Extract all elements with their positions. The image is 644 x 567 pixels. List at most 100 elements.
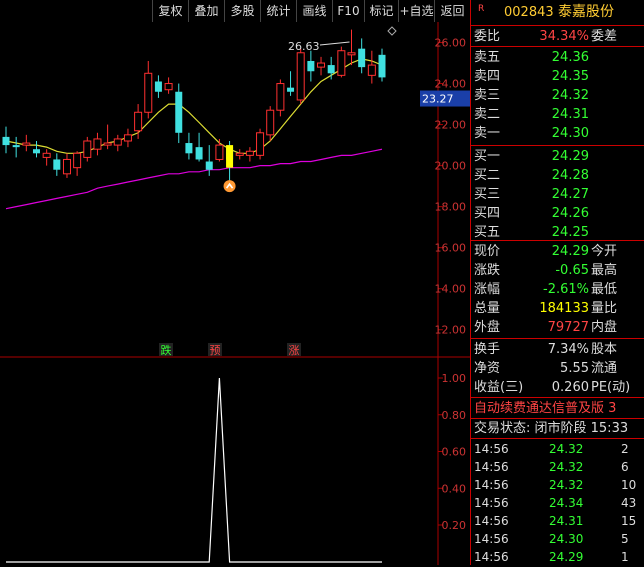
quote-row: 外盘 79727 内盘: [471, 318, 644, 337]
y-tick-label: 24.00: [435, 78, 467, 91]
candle-body: [256, 132, 265, 156]
quote-label: 涨幅: [474, 282, 501, 297]
candle-body: [215, 144, 224, 160]
candle-body: [123, 134, 132, 142]
tick-row: 14:56 24.31 15: [471, 512, 644, 531]
tick-price: 24.31: [549, 514, 584, 528]
tick-row: 14:56 24.32 2: [471, 440, 644, 459]
quote-label: 现价: [474, 244, 501, 259]
candle-body: [144, 72, 153, 113]
quote-value: -2.61%: [543, 282, 589, 297]
candle-body: [327, 65, 335, 74]
chart-area[interactable]: 26.00 24.00 22.00 20.00 18.00 16.00 14.00 12.00…: [0, 0, 470, 565]
separator: [471, 25, 644, 26]
candle-body: [205, 161, 213, 170]
quote-label2: 最低: [591, 282, 618, 297]
bids-row: 买五 24.25: [471, 223, 644, 242]
candle-body: [73, 152, 82, 169]
candle-body: [358, 48, 366, 68]
rights-badge: R: [478, 4, 485, 14]
candle-body: [93, 138, 102, 150]
candle-body: [235, 152, 244, 156]
tick-price: 24.29: [549, 550, 584, 564]
tick-price: 24.32: [549, 442, 584, 456]
bids-row: 买三 24.27: [471, 185, 644, 204]
quote-label: 涨跌: [474, 263, 501, 278]
order-ratio-row: 委比 34.34% 委差: [471, 27, 644, 46]
candle-body: [296, 52, 305, 101]
y-tick-label: 26.00: [435, 37, 467, 50]
bids-label: 买五: [474, 225, 501, 240]
candle-body: [276, 83, 285, 111]
tick-time: 14:56: [474, 514, 509, 528]
y-tick-label: 18.00: [435, 201, 467, 214]
asks-row: 卖四 24.35: [471, 67, 644, 86]
tick-time: 14:56: [474, 442, 509, 456]
asks-value: 24.36: [551, 50, 589, 65]
ad-banner[interactable]: 自动续费通达信普及版 3: [471, 399, 644, 418]
candle-body: [245, 150, 254, 156]
stats-value: 7.34%: [547, 342, 589, 357]
separator: [471, 397, 644, 398]
current-price-label: 23.27: [422, 93, 454, 106]
candle-body: [42, 152, 51, 158]
bids-row: 买二 24.28: [471, 166, 644, 185]
quote-panel: R 002843 泰嘉股份 委比 34.34% 委差 自动续费通达信普及版 3 …: [470, 0, 644, 565]
separator: [471, 145, 644, 146]
tick-price: 24.30: [549, 532, 584, 546]
y-tick-label: 12.00: [435, 324, 467, 337]
tick-volume: 5: [621, 532, 629, 546]
separator: [471, 338, 644, 339]
asks-row: 卖五 24.36: [471, 48, 644, 67]
candle-body: [103, 142, 112, 146]
stats-label: 净资: [474, 361, 501, 376]
asks-label: 卖二: [474, 107, 501, 122]
stock-header: R 002843 泰嘉股份: [471, 3, 644, 23]
trade-status-text: 交易状态: 闭市阶段 15:33: [474, 421, 629, 436]
quote-value: 79727: [547, 320, 589, 335]
candle-body: [113, 138, 122, 146]
quote-label: 总量: [474, 301, 501, 316]
tick-row: 14:56 24.30 5: [471, 530, 644, 549]
quote-value: 24.29: [551, 244, 589, 259]
trade-status-row: 交易状态: 闭市阶段 15:33: [471, 419, 644, 438]
candle-body: [175, 91, 183, 133]
candle-body: [185, 143, 193, 154]
tick-price: 24.32: [549, 478, 584, 492]
y-tick-label: 22.00: [435, 119, 467, 132]
asks-label: 卖五: [474, 50, 501, 65]
bids-value: 24.28: [551, 168, 589, 183]
tick-time: 14:56: [474, 532, 509, 546]
candle-body: [134, 111, 143, 132]
candle-body: [337, 50, 346, 76]
tick-volume: 2: [621, 442, 629, 456]
quote-label2: 量比: [591, 301, 618, 316]
candle-body: [307, 60, 315, 72]
asks-row: 卖三 24.32: [471, 86, 644, 105]
ad-banner-text[interactable]: 自动续费通达信普及版 3: [474, 399, 616, 418]
candle-body: [195, 147, 203, 160]
stats-label2: 股本: [591, 342, 618, 357]
y-tick-label: 14.00: [435, 283, 467, 296]
bids-row: 买四 24.26: [471, 204, 644, 223]
stats-label: 收益(三): [474, 380, 524, 395]
tick-time: 14:56: [474, 460, 509, 474]
asks-value: 24.32: [551, 88, 589, 103]
tick-volume: 1: [621, 550, 629, 564]
stock-name: 泰嘉股份: [558, 4, 614, 20]
signal-label: 涨: [289, 344, 300, 357]
candle-body: [266, 109, 275, 136]
candle-body: [367, 64, 376, 76]
y-tick-label: 1.00: [442, 372, 467, 385]
stats-row: 换手 7.34% 股本: [471, 340, 644, 359]
candle-body: [62, 158, 71, 175]
quote-label2: 最高: [591, 263, 618, 278]
tick-time: 14:56: [474, 496, 509, 510]
order-ratio-value: 34.34%: [539, 29, 589, 44]
tick-row: 14:56 24.32 6: [471, 458, 644, 477]
price-chart: 26.00 24.00 22.00 20.00 18.00 16.00 14.00 12.00…: [0, 22, 470, 565]
candle-body: [287, 87, 295, 92]
order-ratio-label: 委比: [474, 29, 501, 44]
asks-value: 24.31: [551, 107, 589, 122]
quote-value: 184133: [539, 301, 589, 316]
